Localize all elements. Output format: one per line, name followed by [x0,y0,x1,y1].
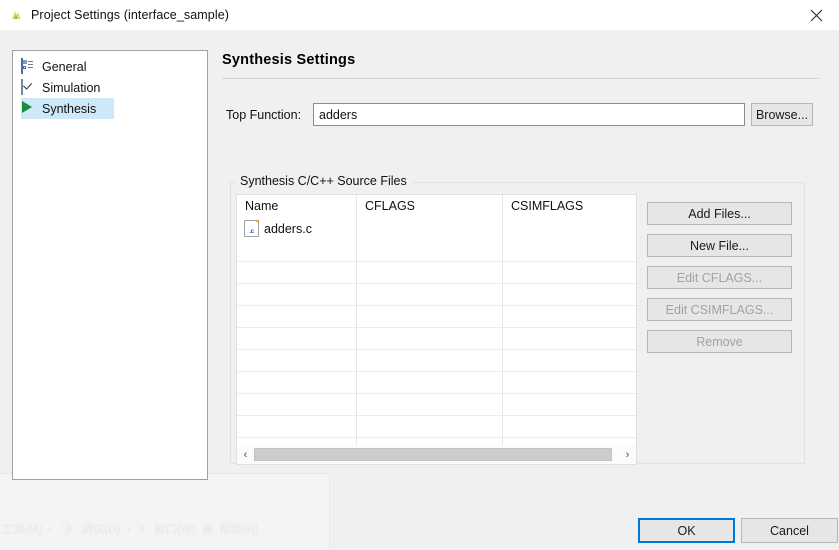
cell-empty[interactable] [237,416,357,438]
table-row-empty[interactable] [237,350,636,372]
cell-empty[interactable] [357,306,503,328]
table-row-empty[interactable] [237,372,636,394]
new-file-button[interactable]: New File... [647,234,792,257]
edit-cflags-button: Edit CFLAGS... [647,266,792,289]
scroll-right-icon[interactable]: › [619,446,636,464]
remove-button: Remove [647,330,792,353]
title-divider [222,78,819,79]
edit-csimflags-button: Edit CSIMFLAGS... [647,298,792,321]
cell-csimflags[interactable] [503,218,636,240]
cell-name[interactable]: .c adders.c [237,218,357,240]
cell-empty[interactable] [503,328,636,350]
sidebar-item-synthesis[interactable]: Synthesis [21,98,114,119]
table-row-empty[interactable] [237,328,636,350]
title-bar: Project Settings (interface_sample) [0,0,839,30]
add-files-button[interactable]: Add Files... [647,202,792,225]
cell-empty[interactable] [357,350,503,372]
top-function-input[interactable] [313,103,745,126]
cell-empty[interactable] [503,372,636,394]
cell-empty[interactable] [357,328,503,350]
table-horizontal-scrollbar[interactable]: ‹ › [236,445,637,465]
settings-tree[interactable]: General Simulation Synthesis [12,50,208,480]
cell-empty[interactable] [237,328,357,350]
sidebar-item-label: Simulation [42,80,101,95]
cell-empty[interactable] [503,240,636,262]
table-row[interactable]: .c adders.c [237,218,636,240]
cell-empty[interactable] [503,416,636,438]
cell-empty[interactable] [357,240,503,262]
source-files-table[interactable]: Name CFLAGS CSIMFLAGS .c adders.c [236,194,637,447]
cell-empty[interactable] [503,306,636,328]
cell-empty[interactable] [503,262,636,284]
list-icon [21,57,37,75]
cell-empty[interactable] [237,306,357,328]
cell-empty[interactable] [237,262,357,284]
ghost-item: 调试(D) [81,524,121,536]
sidebar-item-general[interactable]: General [13,56,207,77]
cell-cflags[interactable] [357,218,503,240]
table-row-empty[interactable] [237,394,636,416]
top-function-label: Top Function: [226,108,302,122]
sidebar-item-label: Synthesis [42,101,97,116]
ghost-shield-icon: 🛡 [58,521,76,536]
cell-empty[interactable] [503,394,636,416]
ghost-window-icon: ▣ [201,521,214,536]
c-file-icon: .c [244,220,259,237]
table-row-empty[interactable] [237,306,636,328]
cell-empty[interactable] [237,240,357,262]
cell-empty[interactable] [357,394,503,416]
table-row-empty[interactable] [237,240,636,262]
checkbox-icon [21,78,37,96]
cell-empty[interactable] [237,394,357,416]
play-icon [21,101,37,117]
cancel-button[interactable]: Cancel [741,518,838,543]
ghost-close-icon: ✕ [136,521,148,536]
ghost-item: ▾ [48,523,53,534]
sidebar-item-label: General [42,59,87,74]
table-row-empty[interactable] [237,262,636,284]
table-row-empty[interactable] [237,284,636,306]
cell-empty[interactable] [503,284,636,306]
background-window-ghost: 工具(M) ▾ 🛡 调试(D) ▾ ✕ 窗口(W) ▣ 帮助(H) [0,473,330,550]
ghost-item: 帮助(H) [219,524,259,536]
cell-empty[interactable] [357,372,503,394]
scrollbar-thumb[interactable] [254,447,612,461]
file-name-label: adders.c [264,221,312,236]
ghost-item: 工具(M) [2,524,43,536]
ghost-item: ▾ [126,523,131,534]
app-icon [8,7,24,23]
cell-empty[interactable] [357,416,503,438]
cell-empty[interactable] [357,262,503,284]
cell-empty[interactable] [237,372,357,394]
dialog-body: 工具(M) ▾ 🛡 调试(D) ▾ ✕ 窗口(W) ▣ 帮助(H) Genera… [0,30,839,550]
cell-empty[interactable] [237,350,357,372]
table-header-row: Name CFLAGS CSIMFLAGS [237,195,636,225]
cell-empty[interactable] [503,350,636,372]
table-row-empty[interactable] [237,416,636,438]
table-body: .c adders.c [237,218,636,447]
scrollbar-track[interactable] [254,446,619,464]
scroll-left-icon[interactable]: ‹ [237,446,254,464]
window-title: Project Settings (interface_sample) [31,8,230,22]
source-files-group-legend: Synthesis C/C++ Source Files [236,174,412,188]
ghost-item: 窗口(W) [153,524,196,536]
close-icon[interactable] [794,0,839,30]
sidebar-item-simulation[interactable]: Simulation [13,77,207,98]
browse-button[interactable]: Browse... [751,103,813,126]
cell-empty[interactable] [357,284,503,306]
ok-button[interactable]: OK [638,518,735,543]
cell-empty[interactable] [237,284,357,306]
page-title: Synthesis Settings [222,52,356,68]
